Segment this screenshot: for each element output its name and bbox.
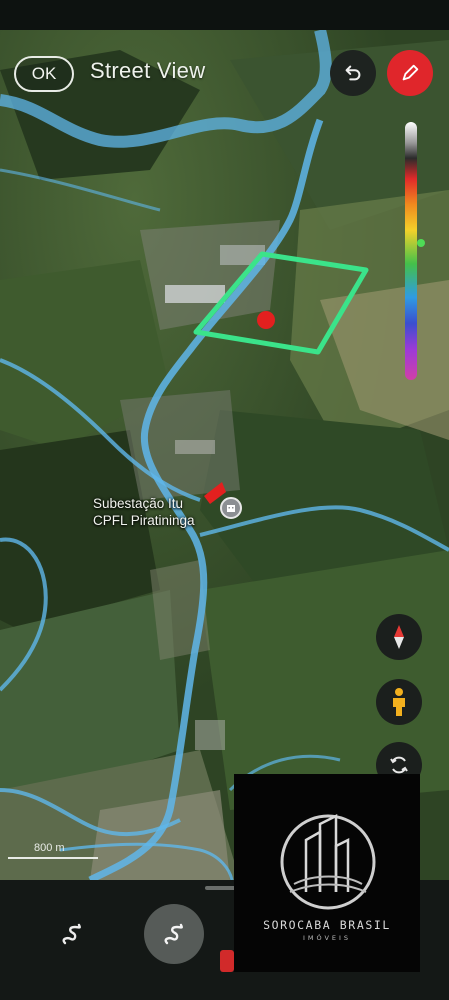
- place-pin-icon[interactable]: [220, 497, 242, 519]
- color-slider-knob[interactable]: [417, 239, 425, 247]
- squiggle-icon: [62, 923, 81, 945]
- place-name: Subestação Itu: [93, 496, 184, 511]
- watermark-logo: SOROCABA BRASIL IMÓVEIS: [234, 774, 420, 972]
- pencil-button[interactable]: [387, 50, 433, 96]
- pencil-icon: [402, 64, 419, 81]
- squiggle-tool-button[interactable]: [50, 912, 94, 956]
- screen: OK Street View Subestação Itu CPFL Pirat…: [0, 0, 449, 1000]
- building-icon: [227, 505, 235, 512]
- scale-label: 800 m: [34, 842, 65, 854]
- place-label[interactable]: Subestação Itu CPFL Piratininga: [93, 495, 195, 529]
- scale-bar: [8, 857, 98, 859]
- color-slider[interactable]: [405, 122, 417, 380]
- pegman-icon: [393, 688, 405, 716]
- squiggle-icon: [164, 923, 183, 945]
- back-button[interactable]: OK: [14, 56, 74, 92]
- undo-icon: [345, 65, 361, 81]
- compass-button[interactable]: [376, 614, 422, 660]
- watermark-subtitle: IMÓVEIS: [302, 934, 352, 942]
- undo-button[interactable]: [330, 50, 376, 96]
- city-skyline-logo: [280, 813, 376, 910]
- back-button-label: OK: [31, 64, 57, 83]
- compass-icon: [394, 625, 404, 649]
- page-title: Street View: [90, 58, 206, 83]
- red-color-indicator: [220, 950, 234, 972]
- place-company: CPFL Piratininga: [93, 513, 195, 528]
- pegman-button[interactable]: [376, 679, 422, 725]
- red-marker-area: [257, 311, 275, 329]
- squiggle-tool-active-button[interactable]: [144, 904, 204, 964]
- bottom-toolbar-edge: [421, 880, 449, 1000]
- watermark-name: SOROCABA BRASIL: [263, 918, 391, 932]
